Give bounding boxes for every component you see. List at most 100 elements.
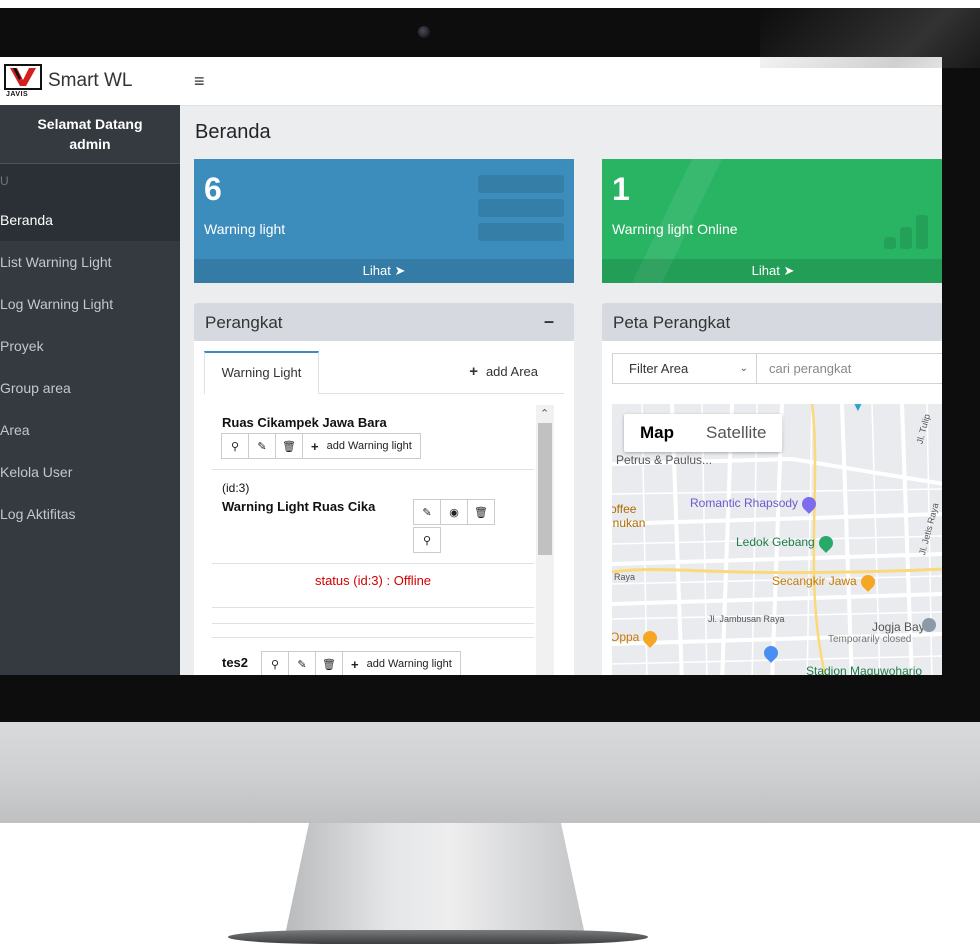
- monitor-chin: [0, 722, 980, 823]
- user-name: admin: [69, 136, 111, 152]
- device-name: Warning Light Ruas Cika: [222, 499, 376, 514]
- pencil-icon[interactable]: ✎: [248, 433, 276, 459]
- collapse-icon[interactable]: –: [544, 311, 554, 332]
- map-label: inukan: [612, 516, 646, 530]
- add-warning-light-button[interactable]: + add Warning light: [302, 433, 421, 459]
- arrow-circle-right-icon: ➤: [783, 263, 795, 278]
- area-name: tes2: [222, 655, 249, 670]
- trash-icon[interactable]: 🗑: [275, 433, 303, 459]
- map-label: Petrus & Paulus...: [616, 453, 713, 467]
- bar-chart-icon: [884, 237, 896, 249]
- peta-perangkat-card: Peta Perangkat Filter Area ⌄ cari perang…: [602, 303, 942, 675]
- map-marker-icon[interactable]: ⚲: [413, 527, 441, 553]
- area-name: Ruas Cikampek Jawa Bara: [222, 415, 387, 430]
- menu-header: U: [0, 164, 180, 199]
- list-item: [212, 623, 534, 638]
- sidebar-item-log-aktifitas[interactable]: Log Aktifitas: [0, 493, 180, 535]
- map-label: Jl. Jambusan Raya: [708, 614, 785, 624]
- lihat-link: Lihat: [362, 263, 391, 278]
- stat-value: 1: [612, 171, 630, 207]
- park-icon: [815, 532, 836, 553]
- cafe-icon: [857, 571, 878, 592]
- card-title: Peta Perangkat: [613, 313, 731, 332]
- bar-chart-icon: [900, 227, 912, 249]
- filter-area-select[interactable]: Filter Area ⌄: [612, 353, 757, 384]
- device-actions: ✎ ◉ 🗑: [413, 499, 495, 525]
- stat-box-warning-light-online: 1 Warning light Online Lihat ➤: [602, 159, 942, 283]
- eye-icon[interactable]: ◉: [440, 499, 468, 525]
- screen: ≡ JAVIS Smart WL Selamat Datang admin U …: [0, 57, 942, 675]
- plus-icon: +: [469, 363, 478, 380]
- tab-warning-light[interactable]: Warning Light: [204, 351, 319, 394]
- server-icon: [478, 223, 564, 241]
- server-icon: [478, 199, 564, 217]
- sidebar-item-kelola-user[interactable]: Kelola User: [0, 451, 180, 493]
- map-marker-icon[interactable]: ⚲: [221, 433, 249, 459]
- brand[interactable]: JAVIS Smart WL: [0, 57, 180, 106]
- poi-stadion: Stadion Maguwoharjo: [806, 664, 923, 675]
- stat-value: 6: [204, 171, 222, 207]
- sidebar-item-proyek[interactable]: Proyek: [0, 325, 180, 367]
- hamburger-icon[interactable]: ≡: [194, 71, 205, 92]
- sidebar: Selamat Datang admin U Beranda List Warn…: [0, 105, 180, 675]
- arrow-circle-right-icon: ➤: [394, 263, 406, 278]
- poi-jogja-bay: Jogja Bay: [872, 620, 925, 634]
- area-actions: ⚲ ✎ 🗑 + add Warning light: [261, 651, 461, 675]
- monitor-base: [228, 930, 648, 944]
- card-header: Perangkat –: [194, 303, 574, 341]
- javis-logo: JAVIS: [4, 62, 42, 100]
- list-item: Ruas Cikampek Jawa Bara ⚲ ✎ 🗑 + add Warni…: [212, 405, 534, 470]
- card-title: Perangkat: [205, 313, 283, 332]
- chevron-up-icon[interactable]: ⌃: [540, 407, 549, 420]
- list-item: tes2 ⚲ ✎ 🗑 + add Warning light: [212, 637, 534, 675]
- list-item: status (id:3) : Offline: [212, 563, 534, 608]
- poi-romantic-rhapsody: Romantic Rhapsody: [690, 493, 819, 514]
- map-label: offee: [612, 502, 637, 516]
- brand-name: Smart WL: [48, 70, 133, 91]
- device-map[interactable]: Map Satellite Petrus & Paulus... offee i…: [612, 404, 942, 675]
- map-marker-icon: [922, 618, 936, 632]
- device-id: (id:3): [222, 481, 250, 495]
- list-item: (id:3) Warning Light Ruas Cika ✎ ◉ 🗑 ⚲: [212, 469, 534, 564]
- webcam: [418, 26, 430, 38]
- trash-icon[interactable]: 🗑: [315, 651, 343, 675]
- server-icon: [478, 175, 564, 193]
- map-tab-map[interactable]: Map: [624, 414, 690, 452]
- stat-label: Warning light: [204, 221, 286, 237]
- stat-footer-link[interactable]: Lihat ➤: [194, 259, 574, 283]
- map-type-toggle: Map Satellite: [624, 414, 783, 452]
- map-tab-satellite[interactable]: Satellite: [690, 414, 782, 452]
- poi-secangkir-jawa: Secangkir Jawa: [772, 571, 878, 592]
- add-area-button[interactable]: + add Area: [469, 363, 538, 380]
- stat-label: Warning light Online: [612, 221, 738, 237]
- area-list[interactable]: Ruas Cikampek Jawa Bara ⚲ ✎ 🗑 + add Warni…: [212, 405, 554, 675]
- sidebar-item-area[interactable]: Area: [0, 409, 180, 451]
- shopping-bag-icon: [799, 493, 819, 514]
- stat-footer-link[interactable]: Lihat ➤: [602, 259, 942, 283]
- sidebar-item-list-warning-light[interactable]: List Warning Light: [0, 241, 180, 283]
- map-marker-icon: ▼: [852, 404, 864, 414]
- sidebar-item-group-area[interactable]: Group area: [0, 367, 180, 409]
- pencil-icon[interactable]: ✎: [288, 651, 316, 675]
- welcome-text: Selamat Datang: [37, 116, 143, 132]
- map-filter-row: Filter Area ⌄ cari perangkat: [612, 353, 942, 385]
- stat-box-warning-light: 6 Warning light Lihat ➤: [194, 159, 574, 283]
- page-title: Beranda: [195, 121, 271, 143]
- device-actions-2: ⚲: [413, 527, 441, 553]
- scrollbar-thumb[interactable]: [538, 423, 552, 555]
- sidebar-item-beranda[interactable]: Beranda: [0, 199, 180, 241]
- sidebar-item-log-warning-light[interactable]: Log Warning Light: [0, 283, 180, 325]
- trash-icon[interactable]: 🗑: [467, 499, 495, 525]
- scrollbar[interactable]: ⌃: [536, 405, 554, 675]
- monitor-stand: [285, 823, 585, 935]
- main-content: Beranda 6 Warning light Lihat ➤ 1 Warnin…: [180, 105, 942, 675]
- map-label: Raya: [614, 572, 636, 582]
- chevron-down-icon: ⌄: [739, 363, 748, 374]
- bar-chart-icon: [916, 215, 928, 249]
- search-device-input[interactable]: cari perangkat: [757, 353, 942, 384]
- pencil-icon[interactable]: ✎: [413, 499, 441, 525]
- map-marker-icon[interactable]: ⚲: [261, 651, 289, 675]
- food-icon: [640, 627, 661, 648]
- add-warning-light-button[interactable]: + add Warning light: [342, 651, 461, 675]
- poi-ledok-gebang: Ledok Gebang: [736, 532, 836, 553]
